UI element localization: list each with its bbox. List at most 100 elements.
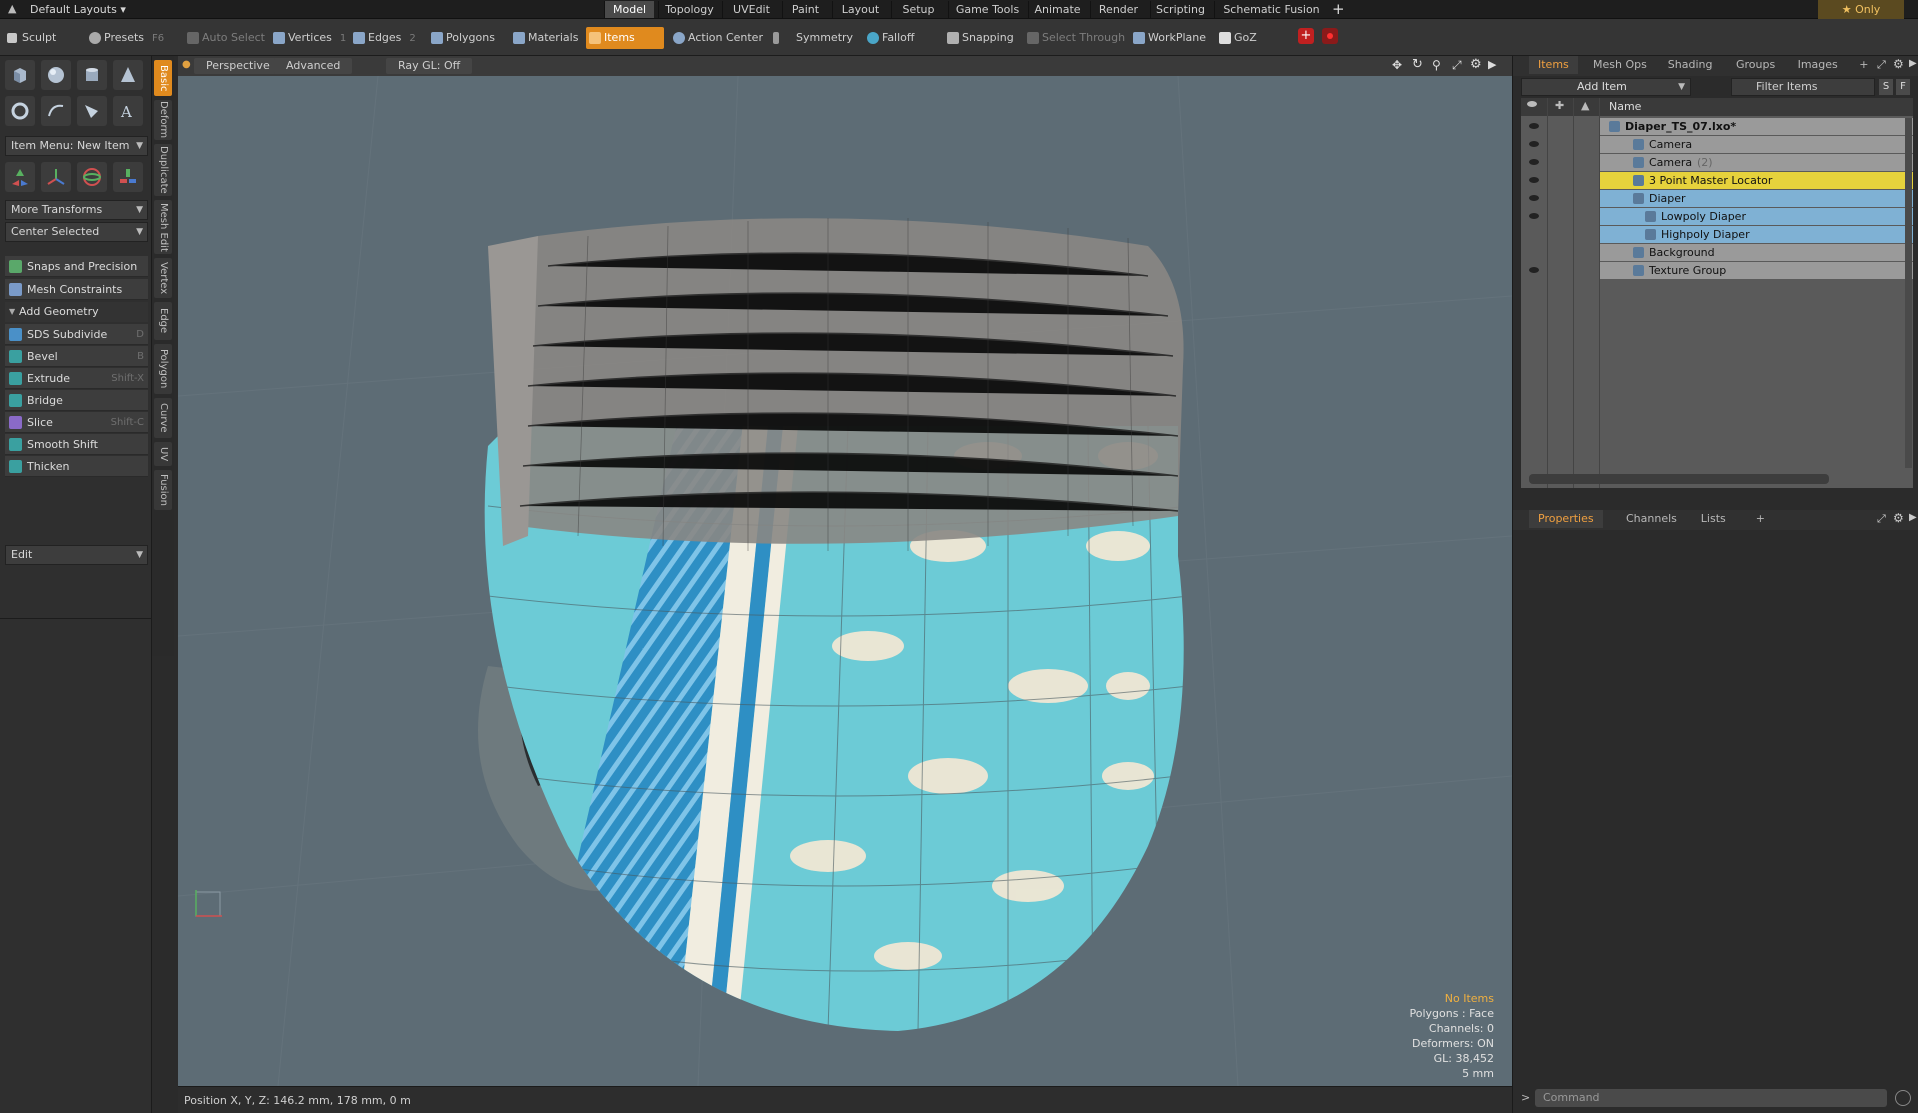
filter-f-button[interactable]: F xyxy=(1896,79,1910,95)
menu-tab-setup[interactable]: Setup xyxy=(891,1,945,18)
auto-select-button[interactable]: Auto Select xyxy=(184,27,265,49)
items-tab-mesh-ops[interactable]: Mesh Ops xyxy=(1584,56,1656,74)
items-tab-images[interactable]: Images xyxy=(1789,56,1847,74)
tool-sds-subdivide-button[interactable]: SDS Subdivide D xyxy=(5,324,148,345)
tree-row[interactable]: Diaper xyxy=(1521,190,1913,207)
add-item-dropdown[interactable]: Add Item ▼ xyxy=(1521,78,1691,96)
select-through-button[interactable]: Select Through xyxy=(1024,27,1125,49)
falloff-button[interactable]: Falloff xyxy=(864,27,914,49)
maximize-icon[interactable]: ⤢ xyxy=(1452,58,1462,73)
tree-scrollbar[interactable] xyxy=(1529,474,1829,484)
add-geometry-section[interactable]: ▼ Add Geometry xyxy=(5,302,148,322)
snapping-button[interactable]: Snapping xyxy=(944,27,1014,49)
cube-tool-button[interactable] xyxy=(5,60,35,90)
panel-maximize-icon[interactable]: ⤢ xyxy=(1877,58,1886,72)
layouts-menu-icon[interactable]: ▲ xyxy=(8,2,16,15)
items-tab-shading[interactable]: Shading xyxy=(1659,56,1722,74)
add-layout-button[interactable]: + xyxy=(1332,0,1345,18)
menu-tab-render[interactable]: Render xyxy=(1090,1,1146,18)
record-button[interactable] xyxy=(1322,28,1338,44)
panel-settings-icon[interactable]: ⚙ xyxy=(1893,57,1904,71)
viewport-arrow-icon[interactable]: ▶ xyxy=(1488,58,1496,71)
tree-v-scrollbar[interactable] xyxy=(1905,118,1912,468)
visibility-eye-icon[interactable] xyxy=(1529,213,1539,219)
polygon-pen-button[interactable] xyxy=(77,96,107,126)
center-selected-dropdown[interactable]: Center Selected ▼ xyxy=(5,222,148,242)
advanced-button[interactable]: Advanced xyxy=(274,58,353,74)
transform-tool-button[interactable] xyxy=(113,162,143,192)
panel-arrow-icon[interactable]: ▶ xyxy=(1909,58,1917,69)
items-tab-groups[interactable]: Groups xyxy=(1727,56,1784,74)
vtab-uv[interactable]: UV xyxy=(154,442,172,466)
tree-row[interactable]: Background xyxy=(1521,244,1913,261)
vertices-button[interactable]: Vertices 1 xyxy=(270,27,346,49)
scale-tool-button[interactable] xyxy=(77,162,107,192)
tool-extrude-button[interactable]: Extrude Shift-X xyxy=(5,368,148,389)
tree-row[interactable]: Camera (2) xyxy=(1521,154,1913,171)
mesh-constraints-button[interactable]: Mesh Constraints xyxy=(5,279,148,300)
edit-dropdown[interactable]: Edit ▼ xyxy=(5,545,148,565)
items-tab-add[interactable]: + xyxy=(1850,56,1877,74)
items-button[interactable]: Items xyxy=(586,27,664,49)
properties-tab-channels[interactable]: Channels xyxy=(1617,510,1686,528)
perspective-button[interactable]: Perspective xyxy=(194,58,282,74)
3d-viewport[interactable]: ● Perspective Advanced Ray GL: Off ✥ ↻ ⚲… xyxy=(178,56,1512,1086)
cone-tool-button[interactable] xyxy=(113,60,143,90)
properties-tab-add[interactable]: + xyxy=(1747,510,1774,528)
tool-bridge-button[interactable]: Bridge xyxy=(5,390,148,411)
vtab-basic[interactable]: Basic xyxy=(154,60,172,96)
properties-maximize-icon[interactable]: ⤢ xyxy=(1877,512,1886,526)
rotate-tool-button[interactable] xyxy=(41,162,71,192)
command-input[interactable]: Command xyxy=(1535,1089,1887,1107)
symmetry-button[interactable]: Symmetry xyxy=(770,27,853,49)
menu-tab-game-tools[interactable]: Game Tools xyxy=(948,1,1026,18)
orbit-icon[interactable]: ↻ xyxy=(1412,57,1423,72)
command-history-button[interactable] xyxy=(1895,1090,1911,1106)
items-tab-items[interactable]: Items xyxy=(1529,56,1578,74)
vtab-deform[interactable]: Deform xyxy=(154,100,172,140)
properties-settings-icon[interactable]: ⚙ xyxy=(1893,511,1904,525)
text-tool-button[interactable]: A xyxy=(113,96,143,126)
tree-row[interactable]: Camera xyxy=(1521,136,1913,153)
visibility-eye-icon[interactable] xyxy=(1529,141,1539,147)
more-transforms-dropdown[interactable]: More Transforms ▼ xyxy=(5,200,148,220)
visibility-eye-icon[interactable] xyxy=(1529,159,1539,165)
zoom-icon[interactable]: ⚲ xyxy=(1432,58,1441,72)
menu-tab-layout[interactable]: Layout xyxy=(832,1,888,18)
action-center-button[interactable]: Action Center xyxy=(670,27,763,49)
menu-tab-schematic-fusion[interactable]: Schematic Fusion xyxy=(1214,1,1328,18)
vtab-curve[interactable]: Curve xyxy=(154,398,172,438)
tree-row[interactable]: Lowpoly Diaper xyxy=(1521,208,1913,225)
pan-icon[interactable]: ✥ xyxy=(1392,58,1402,72)
tool-slice-button[interactable]: Slice Shift-C xyxy=(5,412,148,433)
visibility-eye-icon[interactable] xyxy=(1529,195,1539,201)
tool-bevel-button[interactable]: Bevel B xyxy=(5,346,148,367)
layouts-dropdown[interactable]: Default Layouts ▾ xyxy=(30,1,126,18)
snaps-precision-button[interactable]: Snaps and Precision xyxy=(5,256,148,277)
materials-button[interactable]: Materials xyxy=(510,27,578,49)
pen-tool-button[interactable] xyxy=(41,96,71,126)
viewport-menu-icon[interactable]: ● xyxy=(182,59,191,70)
properties-tab-properties[interactable]: Properties xyxy=(1529,510,1603,528)
add-red-button[interactable]: + xyxy=(1298,28,1314,44)
visibility-eye-icon[interactable] xyxy=(1529,267,1539,273)
menu-tab-scripting[interactable]: Scripting xyxy=(1150,1,1210,18)
visibility-eye-icon[interactable] xyxy=(1529,177,1539,183)
sphere-tool-button[interactable] xyxy=(41,60,71,90)
properties-tab-lists[interactable]: Lists xyxy=(1692,510,1735,528)
tool-thicken-button[interactable]: Thicken xyxy=(5,456,148,477)
cylinder-tool-button[interactable] xyxy=(77,60,107,90)
vtab-polygon[interactable]: Polygon xyxy=(154,344,172,394)
workplane-button[interactable]: WorkPlane xyxy=(1130,27,1206,49)
item-menu-dropdown[interactable]: Item Menu: New Item ▼ xyxy=(5,136,148,156)
menu-tab-paint[interactable]: Paint xyxy=(782,1,828,18)
menu-tab-model[interactable]: Model xyxy=(604,1,654,18)
menu-tab-uvedit[interactable]: UVEdit xyxy=(722,1,780,18)
tree-row[interactable]: Texture Group xyxy=(1521,262,1913,279)
tree-row[interactable]: Highpoly Diaper xyxy=(1521,226,1913,243)
raygl-button[interactable]: Ray GL: Off xyxy=(386,58,473,74)
vtab-duplicate[interactable]: Duplicate xyxy=(154,144,172,196)
presets-button[interactable]: Presets F6 xyxy=(86,27,164,49)
sculpt-button[interactable]: Sculpt xyxy=(4,27,56,49)
visibility-eye-icon[interactable] xyxy=(1529,123,1539,129)
